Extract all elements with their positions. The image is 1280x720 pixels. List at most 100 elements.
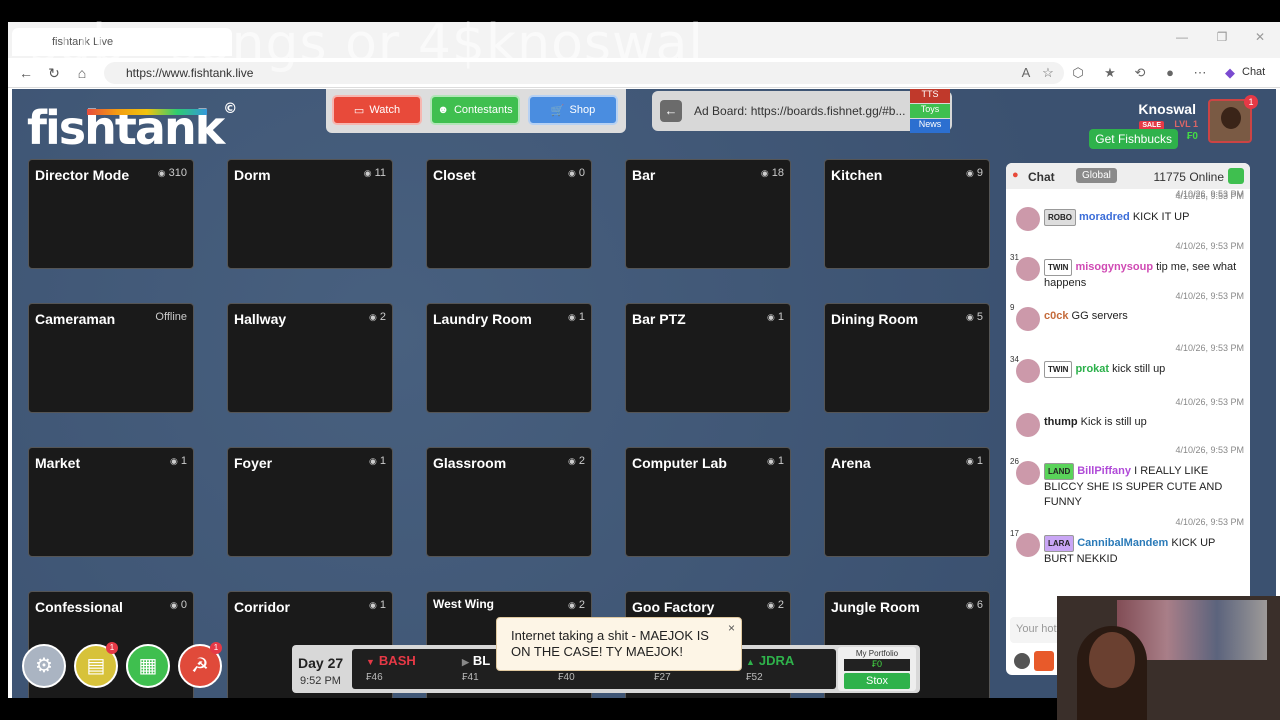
announcement-toast: Internet taking a shit - MAEJOK IS ON TH…: [496, 617, 742, 671]
stock-item[interactable]: ▲ JDRA ₣52: [746, 653, 826, 683]
camera-tile[interactable]: Glassroom ◉ 2: [426, 447, 592, 557]
camera-name: Dorm: [234, 167, 271, 183]
stock-name: JDRA: [758, 653, 795, 668]
items-button[interactable]: ▤ 1: [74, 642, 118, 688]
camera-name: Corridor: [234, 599, 290, 615]
username[interactable]: Knoswal: [1138, 101, 1196, 117]
camera-tile[interactable]: Market ◉ 1: [28, 447, 194, 557]
chat-message[interactable]: 4/10/26, 9:53 PM 17 LARA CannibalMandem KIC…: [1006, 517, 1250, 573]
watch-button[interactable]: ▭ Watch: [332, 95, 422, 125]
viewer-count: 1: [379, 599, 386, 611]
viewer-count: 9: [976, 167, 983, 179]
camera-tile[interactable]: Bar ◉ 18: [625, 159, 791, 269]
toast-close-icon[interactable]: ×: [728, 620, 735, 636]
stock-item[interactable]: ▼ BASH ₣46: [366, 653, 446, 683]
fishtank-logo[interactable]: fishtank©: [27, 101, 237, 155]
chat-message[interactable]: 4/10/26, 9:53 PM 26 LAND BillPiffany I REAL…: [1006, 445, 1250, 508]
chat-avatar[interactable]: [1016, 207, 1040, 231]
contestants-button[interactable]: ☻ Contestants: [430, 95, 520, 125]
down-arrow-icon: ▼: [366, 657, 375, 667]
camera-tile[interactable]: Hallway ◉ 2: [227, 303, 393, 413]
eye-icon: ◉: [369, 312, 377, 322]
up-arrow-icon: ▲: [746, 657, 755, 667]
message-body: thump Kick is still up: [1044, 415, 1244, 430]
shop-button[interactable]: 🛒 Shop: [528, 95, 618, 125]
expand-chat-icon[interactable]: [1228, 168, 1244, 184]
camera-viewers: ◉ 310: [158, 167, 187, 179]
chat-username[interactable]: CannibalMandem: [1077, 537, 1168, 549]
stock-price: ₣52: [746, 672, 763, 683]
notification-badge[interactable]: 1: [1244, 95, 1258, 109]
chat-username[interactable]: BillPiffany: [1077, 465, 1131, 477]
ad-board-text[interactable]: Ad Board: https://boards.fishnet.gg/#b..…: [694, 104, 905, 118]
viewer-count: 18: [771, 167, 784, 179]
extensions-icon[interactable]: ⬡: [1070, 65, 1086, 81]
message-timestamp: 4/10/26, 9:53 PM: [1175, 445, 1244, 455]
tab-tts[interactable]: TTS: [910, 89, 950, 103]
chat-username[interactable]: misogynysoup: [1075, 261, 1153, 273]
camera-tile[interactable]: Foyer ◉ 1: [227, 447, 393, 557]
message-body: LARA CannibalMandem KICK UP BURT NEKKID: [1044, 535, 1244, 567]
chat-username[interactable]: prokat: [1075, 363, 1109, 375]
chat-toolbar-label[interactable]: Chat: [1242, 66, 1265, 78]
chat-input-placeholder: Your hot: [1016, 623, 1057, 635]
tab-news[interactable]: News: [910, 119, 950, 133]
maximize-icon[interactable]: ❐: [1214, 30, 1230, 46]
copilot-icon[interactable]: ◆: [1222, 65, 1238, 81]
camera-tile[interactable]: Director Mode ◉ 310: [28, 159, 194, 269]
close-icon[interactable]: ✕: [1252, 30, 1268, 46]
profile-icon[interactable]: ●: [1162, 65, 1178, 81]
send-button[interactable]: [1034, 651, 1054, 671]
market-button[interactable]: ☭ 1: [178, 642, 222, 688]
camera-tile[interactable]: Dining Room ◉ 5: [824, 303, 990, 413]
chat-avatar[interactable]: [1016, 461, 1040, 485]
chat-username[interactable]: moradred: [1079, 211, 1130, 223]
chat-username[interactable]: c0ck: [1044, 310, 1068, 322]
emoji-icon[interactable]: [1014, 653, 1030, 669]
camera-tile[interactable]: Cameraman Offline: [28, 303, 194, 413]
camera-tile[interactable]: Dorm ◉ 11: [227, 159, 393, 269]
chat-text: kick still up: [1112, 363, 1166, 375]
ad-back-button[interactable]: ←: [660, 100, 682, 122]
chat-avatar[interactable]: [1016, 413, 1040, 437]
toast-text: Internet taking a shit - MAEJOK IS ON TH…: [511, 628, 709, 659]
stox-button[interactable]: Stox: [844, 673, 910, 689]
chat-avatar[interactable]: [1016, 359, 1040, 383]
chat-avatar[interactable]: [1016, 307, 1040, 331]
camera-tile[interactable]: Arena ◉ 1: [824, 447, 990, 557]
chat-avatar[interactable]: [1016, 257, 1040, 281]
get-fishbucks-button[interactable]: Get Fishbucks: [1089, 129, 1178, 149]
eye-icon: ◉: [767, 456, 775, 466]
camera-tile[interactable]: Bar PTZ ◉ 1: [625, 303, 791, 413]
chat-message[interactable]: 4/10/26, 9:53 PM 9 c0ck GG servers: [1006, 291, 1250, 347]
inventory-button[interactable]: ▦: [126, 644, 170, 688]
chat-avatar[interactable]: [1016, 533, 1040, 557]
camera-viewers: ◉ 1: [568, 311, 585, 323]
hammer-icon: ☭: [191, 655, 209, 677]
settings-button[interactable]: ⚙: [22, 644, 66, 688]
more-menu-icon[interactable]: ⋯: [1192, 65, 1208, 81]
person-icon: ☻: [437, 104, 449, 116]
eye-icon: ◉: [568, 312, 576, 322]
eye-icon: ◉: [767, 312, 775, 322]
favorite-star-icon[interactable]: ☆: [1040, 65, 1056, 81]
camera-viewers: ◉ 1: [369, 455, 386, 467]
eye-icon: ◉: [369, 456, 377, 466]
camera-tile[interactable]: Closet ◉ 0: [426, 159, 592, 269]
eye-icon: ◉: [363, 168, 372, 178]
minimize-icon[interactable]: —: [1174, 30, 1190, 46]
camera-tile[interactable]: Kitchen ◉ 9: [824, 159, 990, 269]
camera-tile[interactable]: Computer Lab ◉ 1: [625, 447, 791, 557]
read-aloud-icon[interactable]: A: [1018, 65, 1034, 81]
chat-username[interactable]: thump: [1044, 416, 1078, 428]
chat-channel-button[interactable]: Global: [1076, 168, 1117, 183]
day-time: 9:52 PM: [300, 675, 341, 687]
chat-message[interactable]: 4/10/26, 9:53 PM 34 TWIN prokat kick still …: [1006, 343, 1250, 399]
camera-viewers: Offline: [155, 311, 187, 323]
tab-toys[interactable]: Toys: [910, 104, 950, 118]
history-icon[interactable]: ⟲: [1132, 65, 1148, 81]
camera-name: Bar: [632, 167, 656, 183]
camera-tile[interactable]: Laundry Room ◉ 1: [426, 303, 592, 413]
favorites-icon[interactable]: ★: [1102, 65, 1118, 81]
camera-viewers: ◉ 6: [966, 599, 983, 611]
